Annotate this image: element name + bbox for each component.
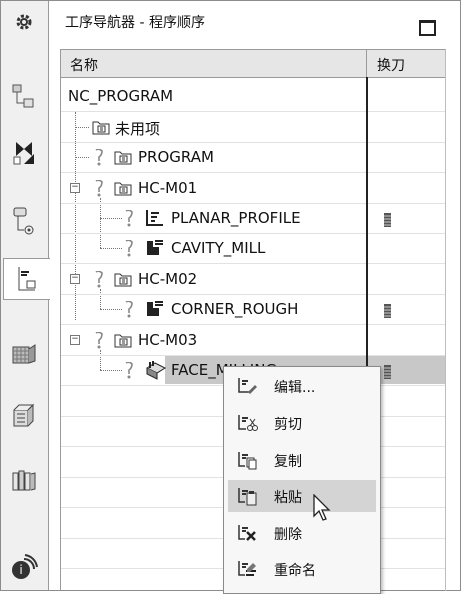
menu-item-label: 粘贴	[274, 490, 302, 506]
tree-row[interactable]: CORNER_ROUGH	[61, 294, 445, 325]
mouse-cursor-icon	[312, 493, 332, 526]
tree-node-label: HC-M01	[138, 179, 198, 197]
tree-row[interactable]: PROGRAM	[61, 142, 445, 173]
tree-row[interactable]: − HC-M03	[61, 325, 445, 356]
operation-icon[interactable]	[3, 258, 50, 300]
tree-node-label: PROGRAM	[138, 148, 214, 166]
menu-item-copy[interactable]: 复制	[228, 444, 376, 476]
status-pending-icon	[124, 239, 134, 261]
column-header-tool-change[interactable]: 换刀	[377, 55, 405, 75]
tree-node-label: 未用项	[115, 120, 161, 138]
planar-profile-icon	[145, 209, 165, 231]
resource-bar: i	[1, 1, 50, 590]
cut-icon	[236, 413, 258, 437]
svg-text:i: i	[19, 563, 22, 577]
menu-item-label: 复制	[274, 454, 302, 470]
menu-item-cut[interactable]: 剪切	[228, 407, 376, 439]
status-pending-icon	[124, 300, 134, 322]
roles-icon[interactable]: i	[5, 547, 43, 587]
status-pending-icon	[94, 148, 104, 170]
tree-node-label: HC-M03	[138, 331, 198, 349]
context-menu: 编辑... 剪切 复制 粘贴 删除 重命名	[223, 366, 381, 594]
status-pending-icon	[124, 361, 134, 383]
menu-item-label: 剪切	[274, 417, 302, 433]
group-folder-icon	[92, 119, 110, 139]
menu-item-rename[interactable]: 重命名	[228, 553, 376, 585]
program-folder-icon	[114, 271, 132, 291]
part-icon[interactable]	[5, 201, 43, 241]
collapse-icon[interactable]: −	[70, 274, 80, 284]
status-pending-icon	[94, 270, 104, 292]
tree-header: 名称 换刀	[61, 50, 445, 78]
operation-navigator-window: i 工序导航器 - 程序顺序 名称 换刀 NC_PROGRAM 未用项 PROG…	[0, 0, 461, 594]
column-divider	[366, 50, 367, 77]
program-folder-icon	[114, 180, 132, 200]
menu-item-label: 编辑...	[274, 380, 316, 396]
machine-icon[interactable]	[5, 334, 43, 374]
tree-node-label: CORNER_ROUGH	[171, 300, 299, 318]
menu-item-edit[interactable]: 编辑...	[228, 370, 376, 402]
tool-change-icon	[384, 212, 391, 227]
collapse-icon[interactable]: −	[70, 183, 80, 193]
books-icon[interactable]	[5, 460, 43, 500]
menu-item-delete[interactable]: 删除	[228, 517, 376, 549]
tree-row[interactable]: 未用项	[61, 112, 445, 143]
library-icon[interactable]	[5, 396, 43, 436]
window-title: 工序导航器 - 程序顺序	[65, 15, 205, 31]
assembly-icon[interactable]	[5, 77, 43, 117]
constraint-icon[interactable]	[5, 133, 43, 173]
face-milling-icon	[145, 360, 167, 384]
program-folder-icon	[114, 149, 132, 169]
tool-change-icon	[384, 303, 391, 318]
paste-icon	[236, 486, 258, 510]
gear-icon[interactable]	[5, 2, 43, 42]
menu-item-label: 删除	[274, 527, 302, 543]
status-pending-icon	[124, 209, 134, 231]
corner-rough-icon	[145, 300, 165, 322]
tree-node-label: CAVITY_MILL	[171, 239, 266, 257]
tree-row[interactable]: − HC-M01	[61, 173, 445, 204]
tool-change-icon	[384, 364, 391, 379]
status-pending-icon	[94, 179, 104, 201]
cavity-mill-icon	[145, 239, 165, 261]
tree-row[interactable]: − HC-M02	[61, 264, 445, 295]
edit-icon	[236, 376, 258, 400]
column-header-name[interactable]: 名称	[70, 55, 98, 75]
tree-row[interactable]: NC_PROGRAM	[61, 81, 445, 112]
tree-row[interactable]: PLANAR_PROFILE	[61, 203, 445, 234]
tree-node-label: NC_PROGRAM	[68, 87, 174, 105]
copy-icon	[236, 450, 258, 474]
menu-item-paste[interactable]: 粘贴	[228, 480, 376, 512]
menu-item-label: 重命名	[274, 563, 316, 579]
maximize-icon[interactable]	[419, 20, 436, 36]
tree-row[interactable]: CAVITY_MILL	[61, 233, 445, 264]
rename-icon	[236, 559, 258, 583]
status-pending-icon	[94, 331, 104, 353]
program-folder-icon	[114, 332, 132, 352]
delete-icon	[236, 523, 258, 547]
tree-node-label: HC-M02	[138, 270, 198, 288]
column-divider	[366, 77, 368, 377]
collapse-icon[interactable]: −	[70, 335, 80, 345]
tree-node-label: PLANAR_PROFILE	[171, 209, 301, 227]
